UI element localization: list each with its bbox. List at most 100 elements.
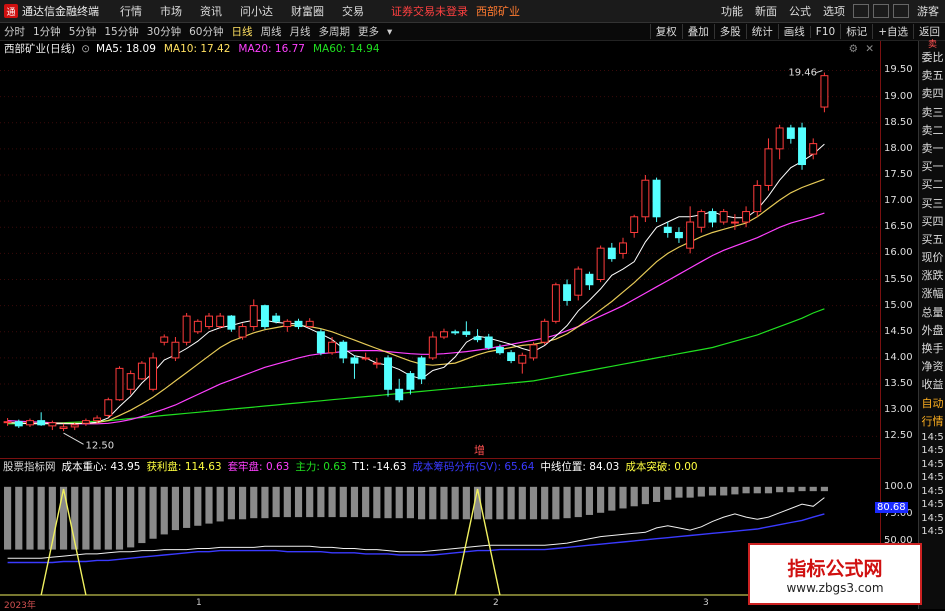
candle[interactable] xyxy=(3,418,12,426)
candle[interactable] xyxy=(59,423,68,432)
sidebar-item[interactable]: 净资 xyxy=(919,358,945,376)
indicator-name[interactable]: 股票指标网 xyxy=(0,459,59,474)
candle[interactable] xyxy=(764,138,773,191)
sidebar-item[interactable]: 换手 xyxy=(919,340,945,358)
tool-stats[interactable]: 统计 xyxy=(745,24,778,39)
candle[interactable] xyxy=(753,180,762,217)
candle[interactable] xyxy=(160,334,169,346)
candle[interactable] xyxy=(674,227,683,243)
candle[interactable] xyxy=(529,342,538,361)
period-5min[interactable]: 5分钟 xyxy=(65,24,101,39)
candle[interactable] xyxy=(205,312,213,330)
candle[interactable] xyxy=(775,124,784,160)
guest-label[interactable]: 游客 xyxy=(911,3,945,19)
candle[interactable] xyxy=(126,370,135,395)
period-30min[interactable]: 30分钟 xyxy=(143,24,185,39)
candle[interactable] xyxy=(115,366,124,401)
tool-mark[interactable]: 标记 xyxy=(840,24,872,39)
tool-f10[interactable]: F10 xyxy=(809,25,840,38)
candle[interactable] xyxy=(507,350,516,364)
sidebar-item[interactable]: 买五 xyxy=(919,231,945,249)
tool-overlay[interactable]: 叠加 xyxy=(681,24,714,39)
candle[interactable] xyxy=(473,329,482,343)
close-chart-icon[interactable]: ✕ xyxy=(865,43,874,55)
menu-formula[interactable]: 公式 xyxy=(783,3,817,19)
period-monthly[interactable]: 月线 xyxy=(286,24,315,39)
menu-quotes[interactable]: 行情 xyxy=(111,3,151,19)
candle[interactable] xyxy=(406,370,415,395)
candle[interactable] xyxy=(37,412,46,426)
candle[interactable] xyxy=(484,333,493,350)
candle[interactable] xyxy=(540,318,549,345)
sidebar-item[interactable]: 买二 xyxy=(919,176,945,194)
menu-new-page[interactable]: 新面 xyxy=(749,3,783,19)
candle[interactable] xyxy=(719,208,728,225)
chevron-down-icon[interactable]: ▾ xyxy=(383,26,396,38)
period-multi[interactable]: 多周期 xyxy=(315,24,355,39)
candlestick-chart[interactable]: 19.46 12.50 增 xyxy=(0,56,880,458)
menu-wealth[interactable]: 财富圈 xyxy=(282,3,333,19)
tool-add-favorite[interactable]: +自选 xyxy=(872,24,913,39)
sidebar-item[interactable]: 行情 xyxy=(919,413,945,431)
candle[interactable] xyxy=(663,222,672,238)
tool-restore-rights[interactable]: 复权 xyxy=(649,24,682,39)
candle[interactable] xyxy=(294,318,303,330)
period-60min[interactable]: 60分钟 xyxy=(185,24,227,39)
candle[interactable] xyxy=(451,329,460,335)
candle[interactable] xyxy=(384,355,392,397)
menu-options[interactable]: 选项 xyxy=(817,3,851,19)
candle[interactable] xyxy=(518,352,527,374)
sidebar-item[interactable]: 卖二 xyxy=(919,122,945,140)
candle[interactable] xyxy=(260,304,269,330)
sidebar-item[interactable]: 现价 xyxy=(919,249,945,267)
candle[interactable] xyxy=(328,337,337,355)
candle[interactable] xyxy=(26,418,34,427)
sidebar-item[interactable]: 14:5 xyxy=(919,485,945,499)
maximize-icon[interactable] xyxy=(873,4,889,18)
minimize-icon[interactable] xyxy=(853,4,869,18)
sidebar-item[interactable]: 14:5 xyxy=(919,444,945,458)
sidebar-item[interactable]: 外盘 xyxy=(919,322,945,340)
sidebar-item[interactable]: 卖一 xyxy=(919,140,945,158)
candle[interactable] xyxy=(227,315,236,332)
candle[interactable] xyxy=(137,361,146,380)
sidebar-item[interactable]: 14:5 xyxy=(919,431,945,445)
menu-news[interactable]: 资讯 xyxy=(191,3,231,19)
candle[interactable] xyxy=(305,318,314,328)
menu-trade[interactable]: 交易 xyxy=(333,3,373,19)
sidebar-item[interactable]: 14:5 xyxy=(919,498,945,512)
period-1min[interactable]: 1分钟 xyxy=(29,24,65,39)
close-icon[interactable] xyxy=(893,4,909,18)
sidebar-item[interactable]: 买四 xyxy=(919,213,945,231)
candle[interactable] xyxy=(440,328,448,340)
candle[interactable] xyxy=(652,177,661,223)
settings-gear-icon[interactable]: ⚙ xyxy=(849,43,858,55)
sidebar-item[interactable]: 买一 xyxy=(919,158,945,176)
tool-back[interactable]: 返回 xyxy=(913,24,945,39)
tool-multi-stock[interactable]: 多股 xyxy=(713,24,746,39)
candle[interactable] xyxy=(798,122,806,170)
login-notice[interactable]: 证券交易未登录 xyxy=(391,3,468,19)
sidebar-item[interactable]: 委比 xyxy=(919,49,945,67)
candle[interactable] xyxy=(171,337,180,362)
candle[interactable] xyxy=(630,214,639,238)
settings-circle-icon[interactable]: ⊙ xyxy=(81,43,90,55)
candle[interactable] xyxy=(686,206,695,254)
tool-draw-line[interactable]: 画线 xyxy=(777,24,810,39)
sidebar-item[interactable]: 卖五 xyxy=(919,67,945,85)
candle[interactable] xyxy=(786,124,795,144)
candle[interactable] xyxy=(361,352,370,361)
candle[interactable] xyxy=(238,323,247,340)
period-weekly[interactable]: 周线 xyxy=(257,24,286,39)
candle[interactable] xyxy=(249,299,258,331)
sidebar-item[interactable]: 卖四 xyxy=(919,85,945,103)
candle[interactable] xyxy=(395,378,404,403)
sidebar-item[interactable]: 买三 xyxy=(919,195,945,213)
sidebar-item[interactable]: 涨跌 xyxy=(919,267,945,285)
candle[interactable] xyxy=(316,329,325,356)
menu-market[interactable]: 市场 xyxy=(151,3,191,19)
candle[interactable] xyxy=(193,319,202,334)
candle[interactable] xyxy=(149,352,158,392)
candle[interactable] xyxy=(283,319,292,332)
sidebar-item[interactable]: 自动 xyxy=(919,395,945,413)
